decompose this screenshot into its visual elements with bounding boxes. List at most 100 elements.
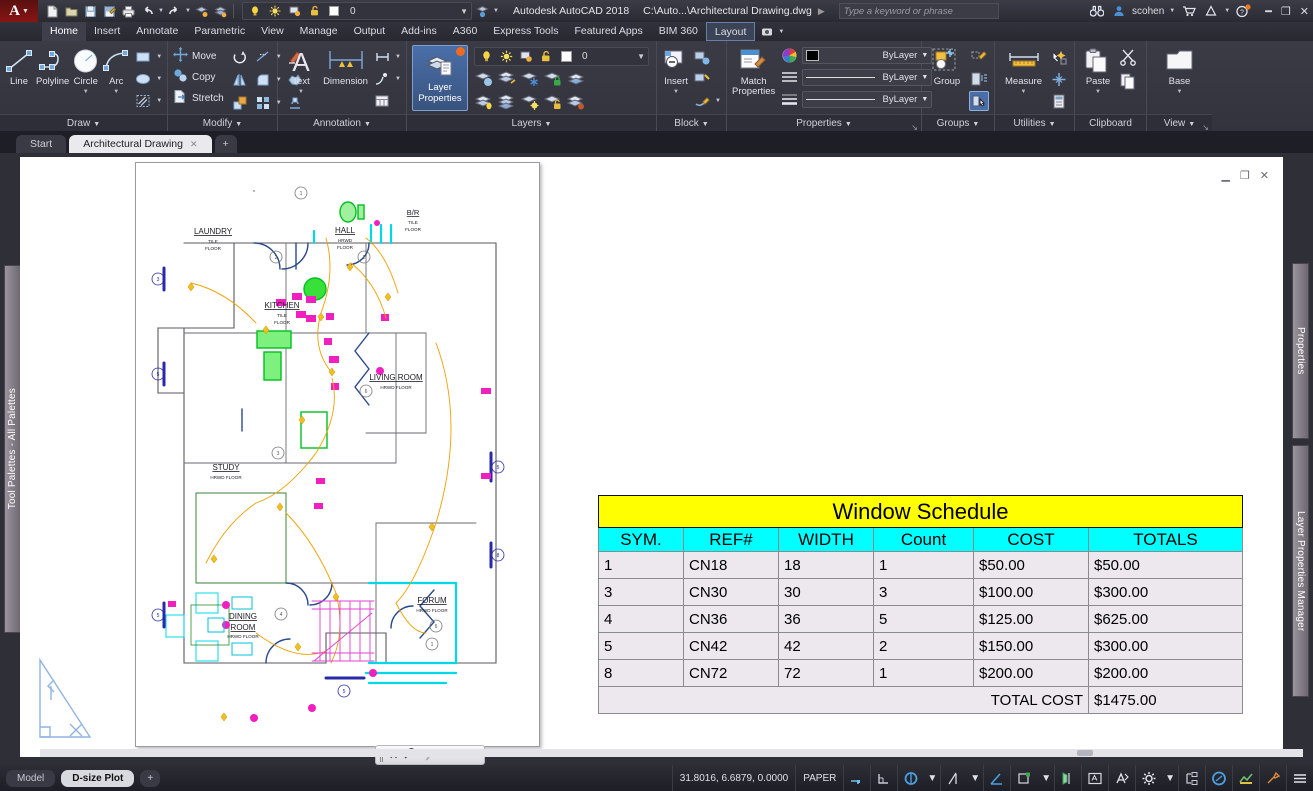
ribbon-tab-parametric[interactable]: Parametric bbox=[186, 22, 253, 41]
autocad-logo-button[interactable]: A ▼ bbox=[0, 0, 38, 22]
text-button[interactable]: A Text ▼ bbox=[283, 45, 319, 97]
drawing-close-button[interactable]: ✕ bbox=[1260, 169, 1269, 182]
ribbon-tab-layout[interactable]: Layout bbox=[705, 22, 756, 41]
redo-icon[interactable] bbox=[166, 3, 183, 20]
sun-icon[interactable] bbox=[498, 48, 515, 65]
a360-dropdown-icon[interactable]: ▼ bbox=[1224, 8, 1230, 14]
arc-button[interactable]: Arc ▼ bbox=[102, 45, 130, 97]
layer-unlock-icon[interactable] bbox=[543, 92, 563, 112]
paste-button[interactable]: Paste ▼ bbox=[1080, 45, 1116, 97]
chevron-down-icon[interactable]: ▼ bbox=[1169, 87, 1191, 97]
hatch-icon[interactable] bbox=[133, 91, 153, 111]
polyline-button[interactable]: Polyline bbox=[36, 45, 69, 87]
point-icon[interactable] bbox=[1049, 69, 1069, 89]
lightbulb-icon[interactable] bbox=[478, 48, 495, 65]
binoculars-icon[interactable] bbox=[1088, 3, 1105, 20]
measure-button[interactable]: Measure ▼ bbox=[1000, 45, 1047, 97]
doc-tab-architectural-drawing[interactable]: Architectural Drawing ✕ bbox=[69, 135, 212, 153]
layer-selector-combo[interactable]: 0 ▼ bbox=[474, 47, 649, 66]
color-wheel-icon[interactable] bbox=[779, 45, 799, 65]
base-button[interactable]: Base ▼ bbox=[1159, 45, 1201, 97]
chevron-down-icon[interactable]: ▼ bbox=[715, 98, 721, 104]
chevron-down-icon[interactable]: ▼ bbox=[1005, 87, 1042, 97]
properties-panel[interactable]: Properties bbox=[1292, 263, 1309, 439]
group-button[interactable]: Group bbox=[927, 45, 967, 87]
panel-label-annotation[interactable]: Annotation ▼ bbox=[278, 114, 406, 131]
chevron-down-icon[interactable]: ▼ bbox=[1162, 765, 1178, 791]
edit-group-icon[interactable] bbox=[969, 47, 989, 67]
line-button[interactable]: Line bbox=[5, 45, 33, 87]
user-avatar-icon[interactable] bbox=[1110, 3, 1127, 20]
dim-style-icon[interactable] bbox=[372, 47, 392, 67]
linetype-icon[interactable] bbox=[779, 67, 799, 87]
layer-properties-button[interactable]: Layer Properties bbox=[412, 45, 468, 111]
array-icon[interactable] bbox=[253, 93, 273, 113]
close-icon[interactable]: ✕ bbox=[190, 135, 198, 153]
minimize-button[interactable]: ━ bbox=[1265, 5, 1272, 18]
lineweight-combo[interactable]: ByLayer ▼ bbox=[802, 90, 933, 108]
define-attributes-icon[interactable] bbox=[692, 69, 712, 89]
paper-sheet[interactable]: 3 5 5 5 8 5 1 2 2 6 4 6 3 1 LAUNDRY TILE… bbox=[135, 162, 540, 747]
isolate-objects-icon[interactable] bbox=[1205, 765, 1232, 791]
unlock-icon[interactable] bbox=[306, 3, 323, 20]
chevron-down-icon[interactable]: ▼ bbox=[664, 87, 688, 97]
otrack-icon[interactable] bbox=[1010, 765, 1038, 791]
rectangle-icon[interactable] bbox=[133, 47, 153, 67]
unlock-icon[interactable] bbox=[538, 48, 555, 65]
undo-dropdown-icon[interactable]: ▼ bbox=[158, 8, 164, 14]
panel-label-layers[interactable]: Layers ▼ bbox=[407, 114, 656, 131]
ribbon-tab-a360[interactable]: A360 bbox=[445, 22, 486, 41]
layer-properties-manager-panel[interactable]: Layer Properties Manager bbox=[1292, 445, 1309, 697]
panel-label-properties[interactable]: Properties ▼ ↘ bbox=[727, 114, 921, 132]
calculator-icon[interactable] bbox=[1049, 91, 1069, 111]
scale-icon[interactable] bbox=[230, 93, 250, 113]
ribbon-display-options[interactable]: ▼ bbox=[761, 26, 784, 37]
fillet-icon[interactable] bbox=[253, 70, 273, 90]
panel-label-utilities[interactable]: Utilities ▼ bbox=[995, 114, 1074, 131]
panel-label-draw[interactable]: Draw ▼ bbox=[0, 114, 167, 131]
layer-delete-icon[interactable] bbox=[566, 92, 586, 112]
layer-freeze-icon[interactable] bbox=[520, 69, 540, 89]
match-properties-button[interactable]: Match Properties bbox=[732, 45, 775, 97]
restore-button[interactable]: ❐ bbox=[1281, 5, 1291, 18]
chevron-down-icon[interactable]: ▼ bbox=[1038, 765, 1054, 791]
layout-tab-model[interactable]: Model bbox=[6, 769, 56, 787]
quick-select-icon[interactable] bbox=[1049, 47, 1069, 67]
user-name[interactable]: scohen bbox=[1132, 6, 1164, 17]
qat-more-icon[interactable]: ▼ bbox=[493, 8, 499, 14]
panel-label-view[interactable]: View ▼ ↘ bbox=[1147, 114, 1212, 132]
ribbon-tab-featured-apps[interactable]: Featured Apps bbox=[566, 22, 650, 41]
new-icon[interactable] bbox=[44, 3, 61, 20]
freeze-viewport-icon[interactable] bbox=[518, 48, 535, 65]
ribbon-tab-bim360[interactable]: BIM 360 bbox=[651, 22, 706, 41]
layer-color-swatch[interactable] bbox=[558, 48, 575, 65]
infer-constraints-icon[interactable] bbox=[843, 765, 870, 791]
layer-state-icon[interactable] bbox=[212, 3, 229, 20]
cut-icon[interactable] bbox=[1118, 47, 1138, 67]
chevron-down-icon[interactable]: ▼ bbox=[637, 52, 645, 61]
chevron-down-icon[interactable]: ▼ bbox=[967, 765, 983, 791]
layout-tab-dsize-plot[interactable]: D-size Plot bbox=[61, 769, 135, 787]
ribbon-tab-home[interactable]: Home bbox=[42, 22, 87, 41]
user-dropdown-icon[interactable]: ▼ bbox=[1169, 8, 1175, 14]
polar-tracking-icon[interactable] bbox=[940, 765, 967, 791]
layer-match-icon[interactable] bbox=[474, 3, 491, 20]
doc-tab-new[interactable]: + bbox=[214, 135, 237, 153]
layer-off-icon[interactable] bbox=[474, 69, 494, 89]
stretch-button[interactable]: Stretch bbox=[173, 89, 224, 107]
space-indicator[interactable]: PAPER bbox=[795, 765, 843, 791]
cart-icon[interactable] bbox=[1180, 3, 1197, 20]
panel-label-clipboard[interactable]: Clipboard bbox=[1075, 114, 1146, 131]
linetype-combo[interactable]: ByLayer ▼ bbox=[802, 68, 933, 86]
coordinates-display[interactable]: 31.8016, 6.6879, 0.0000 bbox=[671, 765, 795, 791]
doc-tab-start[interactable]: Start bbox=[16, 135, 67, 153]
ribbon-tab-annotate[interactable]: Annotate bbox=[128, 22, 186, 41]
dimension-button[interactable]: Dimension bbox=[322, 45, 369, 87]
sun-freeze-icon[interactable] bbox=[266, 3, 283, 20]
tool-palettes-panel[interactable]: Tool Palettes - All Palettes bbox=[4, 265, 21, 633]
chevron-down-icon[interactable]: ▼ bbox=[292, 87, 309, 97]
layer-isolate-icon[interactable] bbox=[497, 69, 517, 89]
layer-thaw-icon[interactable] bbox=[520, 92, 540, 112]
copy-clip-icon[interactable] bbox=[1118, 71, 1138, 91]
ribbon-tab-output[interactable]: Output bbox=[346, 22, 394, 41]
